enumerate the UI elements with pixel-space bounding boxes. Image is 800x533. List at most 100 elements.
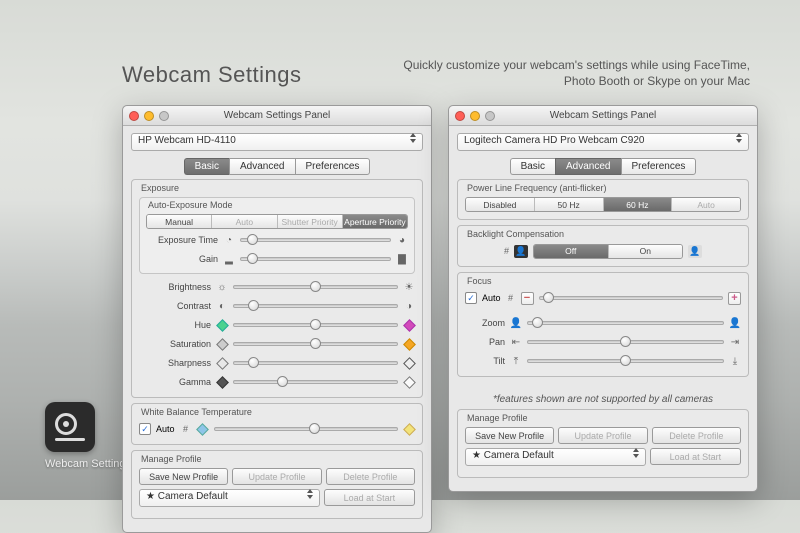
tab-basic[interactable]: Basic: [510, 158, 555, 175]
backlight-segment[interactable]: Off On: [533, 244, 683, 259]
tilt-slider[interactable]: [527, 359, 724, 363]
tab-preferences[interactable]: Preferences: [295, 158, 371, 175]
exposure-auto[interactable]: Auto: [212, 215, 277, 228]
group-label: Manage Profile: [467, 413, 741, 423]
exposure-aperture[interactable]: Aperture Priority: [343, 215, 407, 228]
tab-advanced[interactable]: Advanced: [555, 158, 620, 175]
tab-basic[interactable]: Basic: [184, 158, 229, 175]
window-title: Webcam Settings Panel: [123, 110, 431, 121]
plf-60hz[interactable]: 60 Hz: [604, 198, 673, 211]
app-icon-label: Webcam Settings: [45, 458, 131, 470]
hash-icon: #: [506, 293, 516, 303]
delete-profile-button[interactable]: Delete Profile: [652, 427, 741, 444]
exposure-manual[interactable]: Manual: [147, 215, 212, 228]
wb-slider[interactable]: [214, 427, 398, 431]
pan-slider[interactable]: [527, 340, 724, 344]
tilt-down-icon: ⤓: [729, 355, 741, 367]
hue-magenta-icon: [403, 319, 415, 331]
timer-high-icon: ◕: [396, 234, 408, 246]
backlight-on[interactable]: On: [609, 245, 683, 258]
plf-group: Power Line Frequency (anti-flicker) Disa…: [457, 179, 749, 220]
sat-high-icon: [403, 338, 415, 350]
plf-50hz[interactable]: 50 Hz: [535, 198, 604, 211]
titlebar[interactable]: Webcam Settings Panel: [123, 106, 431, 126]
delete-profile-button[interactable]: Delete Profile: [326, 468, 415, 485]
white-balance-group: White Balance Temperature ✓ Auto #: [131, 403, 423, 445]
focus-plus-button[interactable]: +: [728, 292, 741, 305]
saturation-label: Saturation: [139, 339, 211, 349]
brightness-slider[interactable]: [233, 285, 398, 289]
tilt-label: Tilt: [465, 356, 505, 366]
focus-auto-checkbox[interactable]: ✓: [465, 292, 477, 304]
pan-left-icon: ⇤: [510, 336, 522, 348]
group-label: Power Line Frequency (anti-flicker): [467, 183, 741, 193]
saturation-slider[interactable]: [233, 342, 398, 346]
sat-low-icon: [216, 338, 228, 350]
plf-segment[interactable]: Disabled 50 Hz 60 Hz Auto: [465, 197, 741, 212]
contrast-slider[interactable]: [233, 304, 398, 308]
contrast-low-icon: ◐: [216, 300, 228, 312]
pan-right-icon: ⇥: [729, 336, 741, 348]
save-profile-button[interactable]: Save New Profile: [139, 468, 228, 485]
profile-group: Manage Profile Save New Profile Update P…: [131, 450, 423, 519]
camera-select[interactable]: Logitech Camera HD Pro Webcam C920: [457, 133, 749, 151]
update-profile-button[interactable]: Update Profile: [558, 427, 647, 444]
tab-preferences[interactable]: Preferences: [621, 158, 697, 175]
window-title: Webcam Settings Panel: [449, 110, 757, 121]
hue-green-icon: [216, 319, 228, 331]
zoom-slider[interactable]: [527, 321, 724, 325]
tab-advanced[interactable]: Advanced: [229, 158, 294, 175]
profile-select[interactable]: ★ Camera Default: [139, 489, 320, 507]
hash-icon: #: [504, 246, 509, 256]
titlebar[interactable]: Webcam Settings Panel: [449, 106, 757, 126]
pan-label: Pan: [465, 337, 505, 347]
sharpness-slider[interactable]: [233, 361, 398, 365]
wb-auto-label: Auto: [156, 424, 175, 434]
hue-label: Hue: [139, 320, 211, 330]
focus-minus-button[interactable]: −: [521, 292, 534, 305]
load-at-start-button[interactable]: Load at Start: [324, 489, 415, 506]
wb-auto-checkbox[interactable]: ✓: [139, 423, 151, 435]
focus-auto-label: Auto: [482, 293, 501, 303]
backlight-off[interactable]: Off: [534, 245, 609, 258]
signal-low-icon: ▂: [223, 253, 235, 265]
app-icon: Webcam Settings: [45, 402, 131, 470]
gamma-label: Gamma: [139, 377, 211, 387]
footnote: *features shown are not supported by all…: [457, 382, 749, 409]
profile-select[interactable]: ★ Camera Default: [465, 448, 646, 466]
hue-slider[interactable]: [233, 323, 398, 327]
tilt-up-icon: ⤒: [510, 355, 522, 367]
exposure-mode-segment[interactable]: Manual Auto Shutter Priority Aperture Pr…: [146, 214, 408, 229]
person-large-icon: 👤: [729, 317, 741, 329]
plf-auto[interactable]: Auto: [672, 198, 740, 211]
focus-slider[interactable]: [539, 296, 723, 300]
group-label: Focus: [467, 276, 741, 286]
gain-label: Gain: [146, 254, 218, 264]
update-profile-button[interactable]: Update Profile: [232, 468, 321, 485]
wb-cool-icon: [197, 423, 209, 435]
sun-dim-icon: ☼: [216, 281, 228, 293]
load-at-start-button[interactable]: Load at Start: [650, 448, 741, 465]
exposure-mode-label: Auto-Exposure Mode: [148, 200, 408, 210]
exposure-time-label: Exposure Time: [146, 235, 218, 245]
hero-subtitle: Quickly customize your webcam's settings…: [400, 58, 750, 89]
gamma-slider[interactable]: [233, 380, 398, 384]
exposure-shutter[interactable]: Shutter Priority: [278, 215, 343, 228]
plf-disabled[interactable]: Disabled: [466, 198, 535, 211]
gain-slider[interactable]: [240, 257, 391, 261]
focus-group: Focus ✓ Auto # − + Zoom 👤 👤 Pan ⇤ ⇥: [457, 272, 749, 377]
hero-title: Webcam Settings: [122, 62, 302, 88]
camera-select[interactable]: HP Webcam HD-4110: [131, 133, 423, 151]
exposure-time-slider[interactable]: [240, 238, 391, 242]
backlight-group: Backlight Compensation # 👤 Off On 👤: [457, 225, 749, 267]
person-small-icon: 👤: [510, 317, 522, 329]
save-profile-button[interactable]: Save New Profile: [465, 427, 554, 444]
gamma-low-icon: [216, 376, 228, 388]
profile-group: Manage Profile Save New Profile Update P…: [457, 409, 749, 478]
group-label: White Balance Temperature: [141, 407, 415, 417]
person-dark-icon: 👤: [514, 245, 528, 258]
timer-low-icon: ◔: [223, 234, 235, 246]
sharp-high-icon: [403, 357, 415, 369]
gamma-high-icon: [403, 376, 415, 388]
settings-window-1: Webcam Settings Panel HP Webcam HD-4110 …: [122, 105, 432, 533]
